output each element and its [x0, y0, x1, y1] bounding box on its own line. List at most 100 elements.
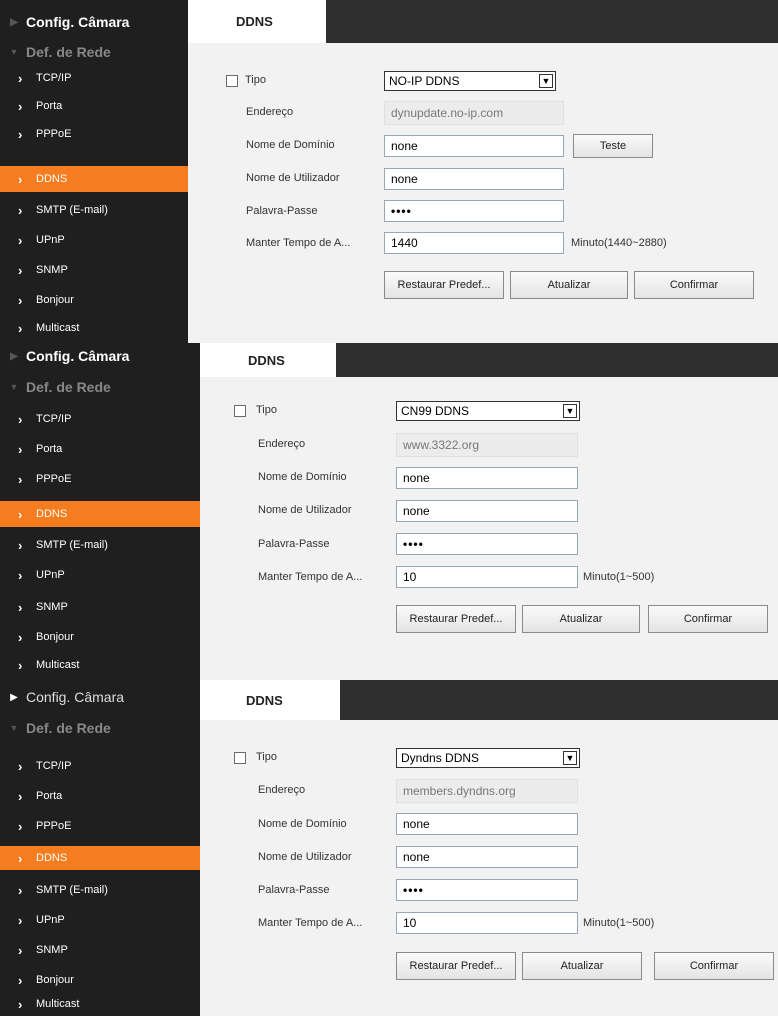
sidebar-item-pppoe[interactable]: › PPPoE — [0, 812, 200, 840]
sidebar-camera-config[interactable]: ▶ Config. Câmara — [0, 686, 124, 708]
tab-bar: DDNS — [188, 0, 778, 43]
sidebar-network-settings[interactable]: ▼ Def. de Rede — [0, 40, 111, 64]
type-select[interactable]: CN99 DDNS ▼ — [396, 401, 580, 421]
type-select[interactable]: Dyndns DDNS ▼ — [396, 748, 580, 768]
sidebar-item-multicast[interactable]: › Multicast — [0, 651, 200, 679]
sidebar-item-label: Porta — [36, 790, 63, 802]
restore-defaults-button[interactable]: Restaurar Predef... — [396, 952, 516, 980]
sidebar-item-smtp[interactable]: › SMTP (E-mail) — [0, 531, 200, 559]
test-button[interactable]: Teste — [573, 134, 653, 158]
keep-time-label: Manter Tempo de A... — [246, 237, 351, 249]
confirm-button[interactable]: Confirmar — [654, 952, 774, 980]
sidebar-item-upnp[interactable]: › UPnP — [0, 226, 188, 254]
confirm-button[interactable]: Confirmar — [634, 271, 754, 299]
keep-time-hint: Minuto(1~500) — [583, 571, 655, 583]
ddns-form: Tipo CN99 DDNS ▼ Endereço www.3322.org N… — [200, 377, 778, 680]
domain-label: Nome de Domínio — [258, 471, 347, 483]
sidebar-network-settings[interactable]: ▼ Def. de Rede — [0, 716, 111, 740]
collapsed-triangle-icon: ▶ — [10, 350, 18, 362]
sidebar-item-bonjour[interactable]: › Bonjour — [0, 286, 188, 314]
type-enable-checkbox[interactable] — [226, 75, 238, 87]
sidebar-item-bonjour[interactable]: › Bonjour — [0, 966, 200, 994]
sidebar-item-porta[interactable]: › Porta — [0, 435, 200, 463]
ddns-panel-cn99: ▶ Config. Câmara ▼ Def. de Rede › TCP/IP … — [0, 343, 778, 680]
sidebar-network-settings-label: Def. de Rede — [26, 379, 111, 395]
sidebar-item-smtp[interactable]: › SMTP (E-mail) — [0, 876, 200, 904]
keep-time-field[interactable]: 1440 — [384, 232, 564, 254]
address-field: members.dyndns.org — [396, 779, 578, 803]
address-label: Endereço — [258, 784, 306, 796]
type-enable-checkbox[interactable] — [234, 405, 246, 417]
sidebar-item-pppoe[interactable]: › PPPoE — [0, 465, 200, 493]
sidebar-item-label: DDNS — [36, 852, 68, 864]
chevron-right-icon: › — [18, 882, 23, 898]
chevron-right-icon: › — [18, 471, 23, 487]
sidebar-item-bonjour[interactable]: › Bonjour — [0, 623, 200, 651]
sidebar-network-settings[interactable]: ▼ Def. de Rede — [0, 375, 111, 399]
password-field[interactable]: •••• — [384, 200, 564, 222]
tab-ddns[interactable]: DDNS — [200, 343, 336, 377]
collapsed-triangle-icon: ▶ — [10, 16, 18, 28]
tab-ddns[interactable]: DDNS — [188, 0, 326, 43]
chevron-right-icon: › — [18, 996, 23, 1012]
chevron-right-icon: › — [18, 657, 23, 673]
sidebar-item-label: Bonjour — [36, 294, 74, 306]
sidebar-camera-config[interactable]: ▶ Config. Câmara — [0, 345, 129, 367]
sidebar-item-ddns[interactable]: › DDNS — [0, 501, 200, 527]
type-label: Tipo — [245, 74, 266, 86]
user-field[interactable]: none — [396, 500, 578, 522]
sidebar-item-label: SNMP — [36, 264, 68, 276]
refresh-button[interactable]: Atualizar — [522, 605, 640, 633]
password-field[interactable]: •••• — [396, 533, 578, 555]
sidebar-item-porta[interactable]: › Porta — [0, 92, 188, 120]
sidebar-item-smtp[interactable]: › SMTP (E-mail) — [0, 196, 188, 224]
keep-time-field[interactable]: 10 — [396, 566, 578, 588]
sidebar-item-upnp[interactable]: › UPnP — [0, 906, 200, 934]
tab-ddns[interactable]: DDNS — [200, 680, 340, 720]
keep-time-label: Manter Tempo de A... — [258, 917, 363, 929]
keep-time-hint: Minuto(1440~2880) — [571, 237, 667, 249]
sidebar-item-snmp[interactable]: › SNMP — [0, 593, 200, 621]
domain-field[interactable]: none — [396, 467, 578, 489]
sidebar-item-tcpip[interactable]: › TCP/IP — [0, 752, 200, 780]
chevron-right-icon: › — [18, 98, 23, 114]
refresh-button[interactable]: Atualizar — [522, 952, 642, 980]
restore-defaults-button[interactable]: Restaurar Predef... — [384, 271, 504, 299]
sidebar-item-ddns[interactable]: › DDNS — [0, 846, 200, 870]
user-field[interactable]: none — [396, 846, 578, 868]
ddns-panel-noip: ▶ Config. Câmara ▼ Def. de Rede › TCP/IP … — [0, 0, 778, 343]
sidebar-item-multicast[interactable]: › Multicast — [0, 992, 200, 1016]
sidebar-item-ddns[interactable]: › DDNS — [0, 166, 188, 192]
sidebar-item-snmp[interactable]: › SNMP — [0, 936, 200, 964]
confirm-button[interactable]: Confirmar — [648, 605, 768, 633]
chevron-right-icon: › — [18, 942, 23, 958]
domain-field[interactable]: none — [396, 813, 578, 835]
sidebar-camera-config[interactable]: ▶ Config. Câmara — [0, 10, 129, 34]
sidebar-item-snmp[interactable]: › SNMP — [0, 256, 188, 284]
type-select[interactable]: NO-IP DDNS ▼ — [384, 71, 556, 91]
chevron-right-icon: › — [18, 126, 23, 142]
sidebar: ▶ Config. Câmara ▼ Def. de Rede › TCP/IP … — [0, 343, 200, 680]
sidebar: ▶ Config. Câmara ▼ Def. de Rede › TCP/IP … — [0, 0, 188, 343]
restore-defaults-button[interactable]: Restaurar Predef... — [396, 605, 516, 633]
user-field[interactable]: none — [384, 168, 564, 190]
domain-field[interactable]: none — [384, 135, 564, 157]
sidebar-item-upnp[interactable]: › UPnP — [0, 561, 200, 589]
keep-time-field[interactable]: 10 — [396, 912, 578, 934]
sidebar-item-multicast[interactable]: › Multicast — [0, 314, 188, 342]
type-enable-checkbox[interactable] — [234, 752, 246, 764]
sidebar-item-tcpip[interactable]: › TCP/IP — [0, 64, 188, 92]
refresh-button[interactable]: Atualizar — [510, 271, 628, 299]
sidebar-item-label: Bonjour — [36, 631, 74, 643]
chevron-right-icon: › — [18, 850, 23, 866]
chevron-right-icon: › — [18, 972, 23, 988]
chevron-right-icon: › — [18, 70, 23, 86]
chevron-right-icon: › — [18, 441, 23, 457]
sidebar-item-label: PPPoE — [36, 128, 72, 140]
type-select-value: Dyndns DDNS — [401, 751, 480, 765]
sidebar-item-pppoe[interactable]: › PPPoE — [0, 120, 188, 148]
password-field[interactable]: •••• — [396, 879, 578, 901]
sidebar-network-settings-label: Def. de Rede — [26, 720, 111, 736]
sidebar-item-porta[interactable]: › Porta — [0, 782, 200, 810]
sidebar-item-tcpip[interactable]: › TCP/IP — [0, 405, 200, 433]
